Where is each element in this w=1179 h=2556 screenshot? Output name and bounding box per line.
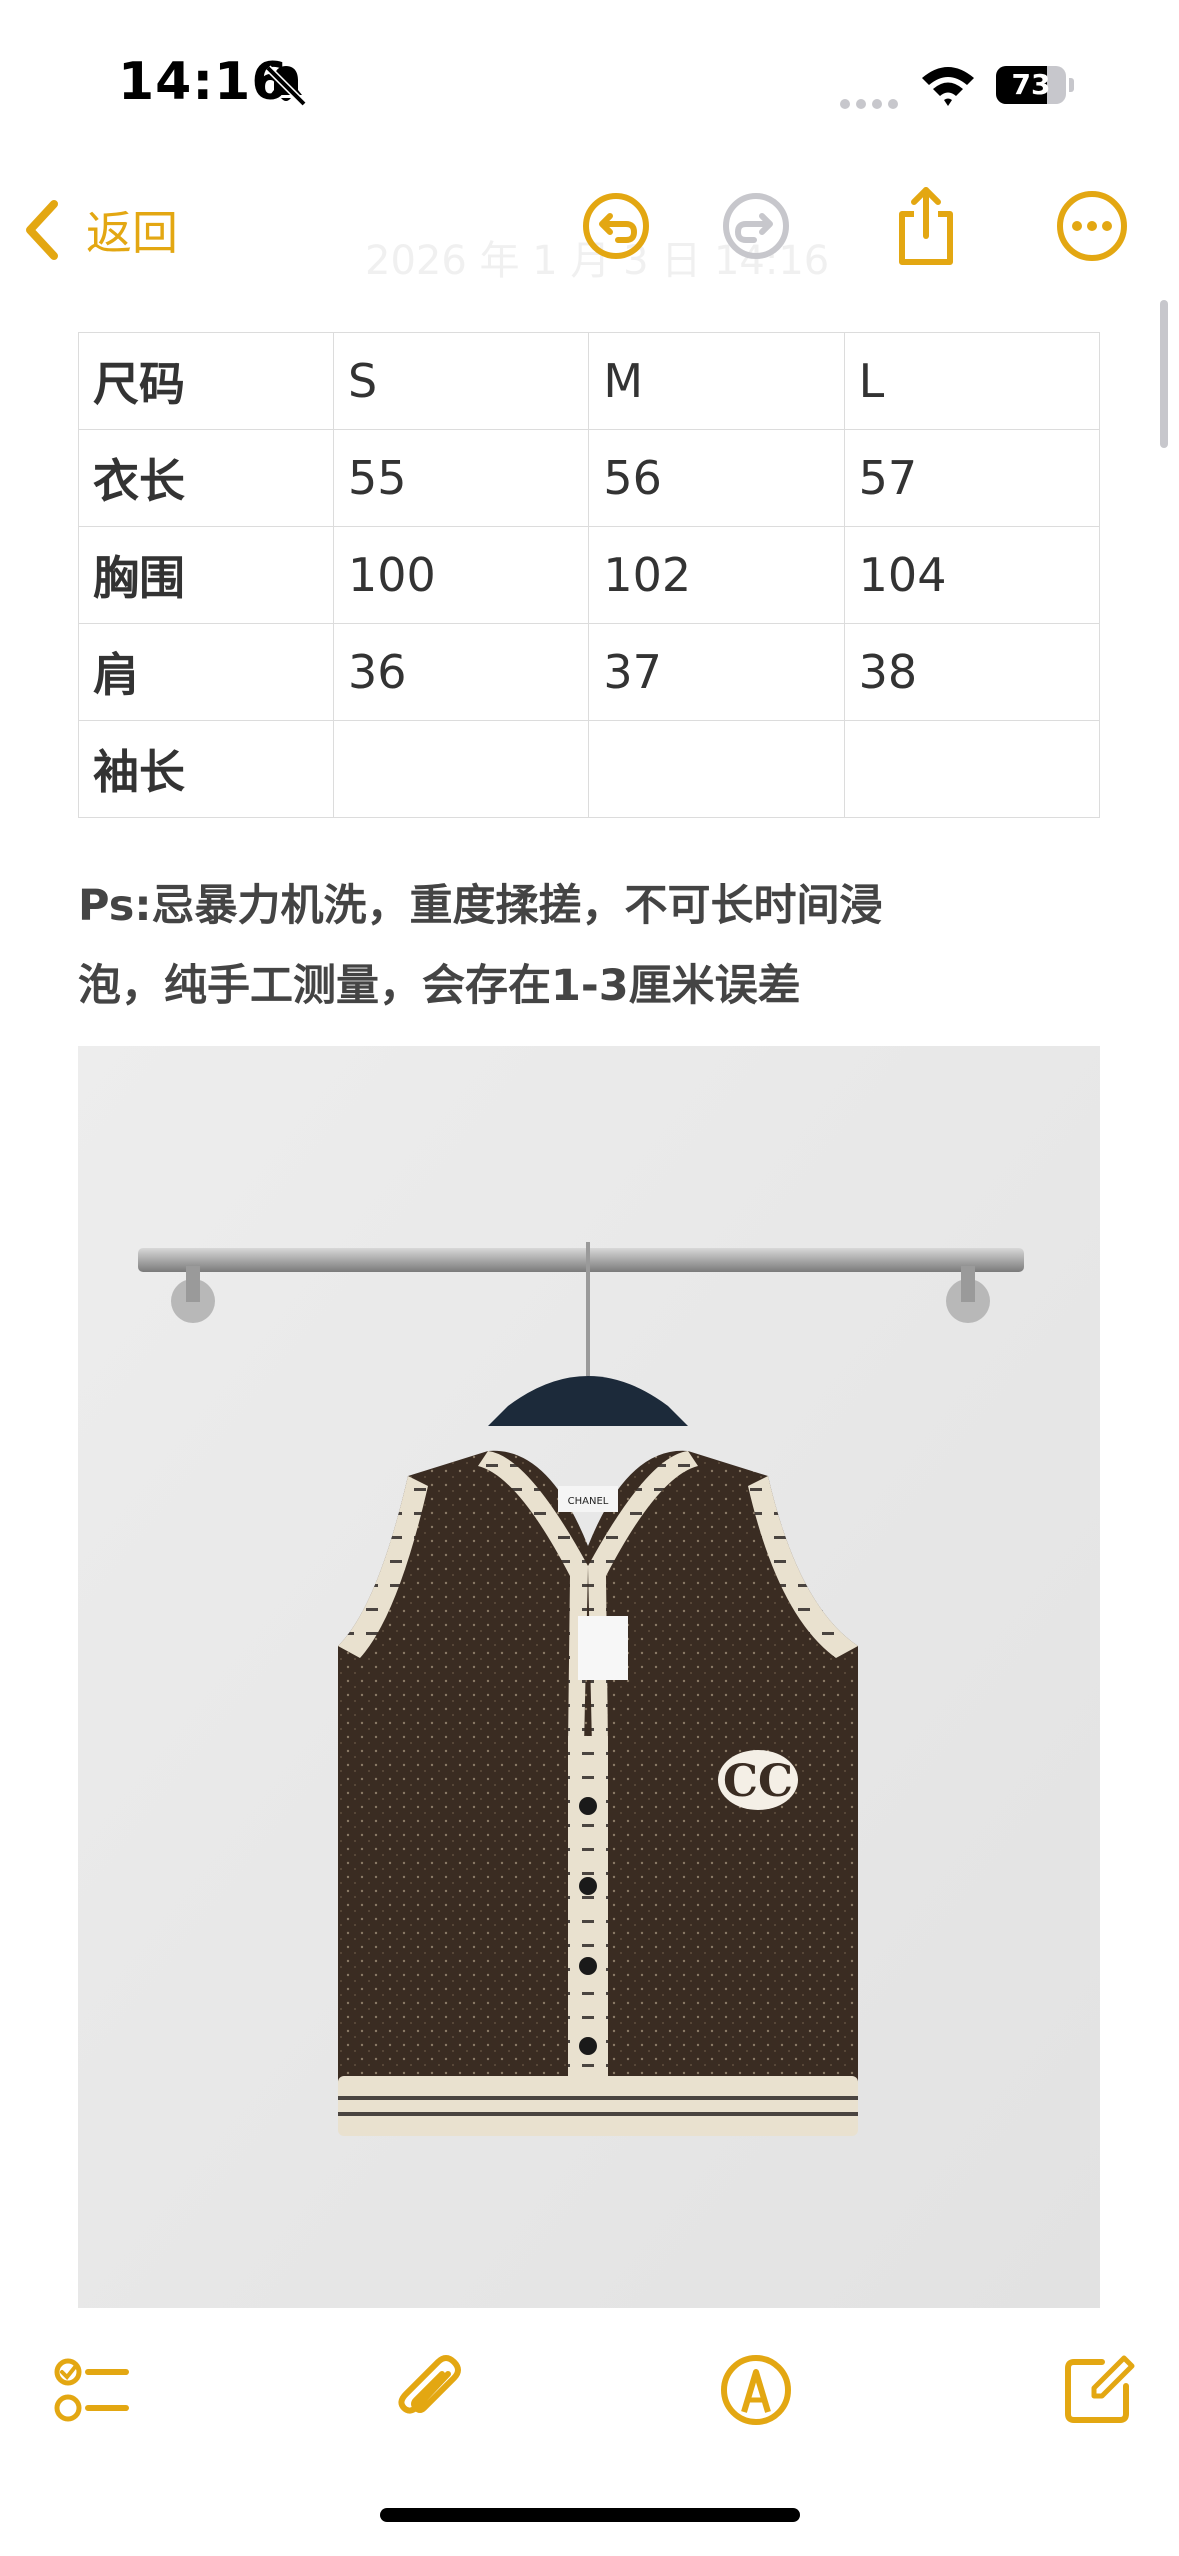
undo-icon[interactable] — [574, 184, 658, 268]
table-row: 衣长 55 56 57 — [78, 429, 1101, 527]
table-cell: 102 — [588, 526, 845, 624]
scroll-indicator[interactable] — [1160, 300, 1168, 448]
signal-dots-icon — [840, 94, 904, 113]
table-cell: 衣长 — [78, 429, 334, 527]
table-cell: 36 — [332, 623, 590, 721]
table-cell: 104 — [843, 526, 1101, 624]
table-row: 袖长 — [78, 720, 1101, 818]
table-row: 尺码 S M L — [78, 332, 1101, 430]
note-line: Ps:忌暴力机洗，重度揉搓，不可长时间浸 — [78, 881, 883, 931]
note-line: 泡，纯手工测量，会存在1-3厘米误差 — [78, 961, 801, 1011]
table-cell: 55 — [332, 429, 590, 527]
note-text[interactable]: Ps:忌暴力机洗，重度揉搓，不可长时间浸 泡，纯手工测量，会存在1-3厘米误差 — [78, 866, 1108, 1026]
redo-icon[interactable] — [714, 184, 798, 268]
table-cell: L — [843, 332, 1101, 430]
battery-icon: 73 — [996, 66, 1076, 104]
nav-bar: 2026 年 1 月 3 日 14:16 返回 — [0, 170, 1179, 290]
markup-pen-icon[interactable] — [716, 2350, 796, 2430]
home-indicator[interactable] — [380, 2508, 800, 2522]
size-table: 尺码 S M L 衣长 55 56 57 胸围 100 102 104 肩 36… — [78, 332, 1101, 818]
back-label: 返回 — [86, 206, 178, 260]
more-icon[interactable] — [1050, 184, 1134, 268]
battery-level: 73 — [1011, 68, 1051, 101]
vest-photo-illustration: CHANEL CC — [78, 1046, 1100, 2308]
back-button[interactable]: 返回 — [24, 190, 178, 270]
table-cell: M — [588, 332, 845, 430]
table-cell: 胸围 — [78, 526, 334, 624]
table-cell: 袖长 — [78, 720, 334, 818]
table-cell: S — [332, 332, 590, 430]
table-cell — [588, 720, 845, 818]
paperclip-icon[interactable] — [390, 2350, 470, 2430]
table-row: 胸围 100 102 104 — [78, 526, 1101, 624]
table-cell: 56 — [588, 429, 845, 527]
table-cell: 肩 — [78, 623, 334, 721]
cc-logo-text: CC — [723, 1756, 793, 1807]
chevron-left-icon — [26, 200, 58, 260]
share-icon[interactable] — [884, 184, 968, 268]
table-cell: 37 — [588, 623, 845, 721]
status-bar: 14:16 73 — [0, 0, 1179, 170]
product-photo[interactable]: CHANEL CC — [78, 1046, 1100, 2308]
table-cell: 38 — [843, 623, 1101, 721]
checklist-icon[interactable] — [52, 2350, 132, 2430]
wifi-icon — [922, 67, 974, 106]
table-cell: 57 — [843, 429, 1101, 527]
table-row: 肩 36 37 38 — [78, 623, 1101, 721]
table-cell: 100 — [332, 526, 590, 624]
table-cell — [843, 720, 1101, 818]
table-cell — [332, 720, 590, 818]
bell-slash-icon — [265, 65, 307, 107]
garment-tag-text: CHANEL — [568, 1496, 609, 1507]
table-cell: 尺码 — [78, 332, 334, 430]
compose-icon[interactable] — [1058, 2350, 1138, 2430]
